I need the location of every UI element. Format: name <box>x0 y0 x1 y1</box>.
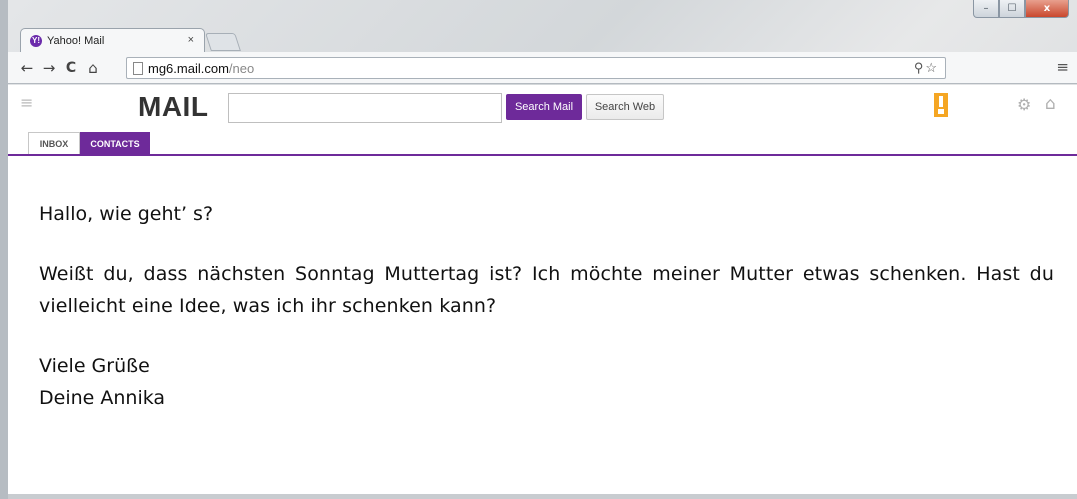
new-tab-button[interactable] <box>205 33 241 51</box>
message-closing: Viele Grüße <box>39 355 150 377</box>
message-greeting: Hallo, wie geht’ s? <box>39 203 214 225</box>
back-icon[interactable]: ← <box>16 59 38 77</box>
tab-underline <box>8 154 1077 156</box>
message-body: Hallo, wie geht’ s? Weißt du, dass nächs… <box>39 198 1054 414</box>
search-input[interactable] <box>228 93 502 123</box>
hamburger-menu-icon[interactable]: ≡ <box>20 93 33 112</box>
yahoo-exclamation-icon[interactable] <box>934 93 948 117</box>
window-controls: – ☐ x <box>973 0 1069 20</box>
mail-page: ≡ MAIL Search Mail Search Web ⚙ ⌂ INBOX … <box>8 85 1077 495</box>
message-paragraph: Weißt du, dass nächsten Sonntag Mutterta… <box>39 263 1054 317</box>
yahoo-favicon-icon: Y! <box>30 34 42 47</box>
window-bottom-edge <box>8 494 1077 499</box>
home-icon[interactable]: ⌂ <box>82 59 104 77</box>
search-mail-button[interactable]: Search Mail <box>506 94 582 120</box>
url-path: /neo <box>228 60 255 76</box>
mail-logo[interactable]: MAIL <box>138 91 208 123</box>
forward-icon[interactable]: → <box>38 59 60 77</box>
tab-inbox[interactable]: INBOX <box>28 132 80 155</box>
gear-icon[interactable]: ⚙ <box>1017 95 1031 114</box>
mail-tabs: INBOX CONTACTS <box>28 132 150 155</box>
zoom-bookmark-icon[interactable]: ⚲☆ <box>914 60 939 76</box>
browser-toolbar: ← → C ⌂ mg6.mail.com/neo ⚲☆ ≡ <box>8 52 1077 84</box>
address-bar[interactable]: mg6.mail.com/neo ⚲☆ <box>126 57 946 79</box>
mail-header: ≡ MAIL Search Mail Search Web ⚙ ⌂ <box>8 85 1077 129</box>
message-signature: Deine Annika <box>39 387 166 409</box>
tab-contacts[interactable]: CONTACTS <box>80 132 150 155</box>
home-icon[interactable]: ⌂ <box>1045 94 1056 114</box>
browser-menu-icon[interactable]: ≡ <box>1056 58 1069 76</box>
search-web-button[interactable]: Search Web <box>586 94 664 120</box>
maximize-button[interactable]: ☐ <box>999 0 1025 18</box>
tab-close-icon[interactable]: × <box>188 34 194 46</box>
close-window-button[interactable]: x <box>1025 0 1069 18</box>
page-icon <box>133 61 143 75</box>
url-host: mg6.mail.com <box>148 60 229 76</box>
browser-tab[interactable]: Y! Yahoo! Mail × <box>20 28 205 52</box>
reload-icon[interactable]: C <box>60 60 82 76</box>
minimize-button[interactable]: – <box>973 0 999 18</box>
tab-title: Yahoo! Mail <box>47 34 105 47</box>
